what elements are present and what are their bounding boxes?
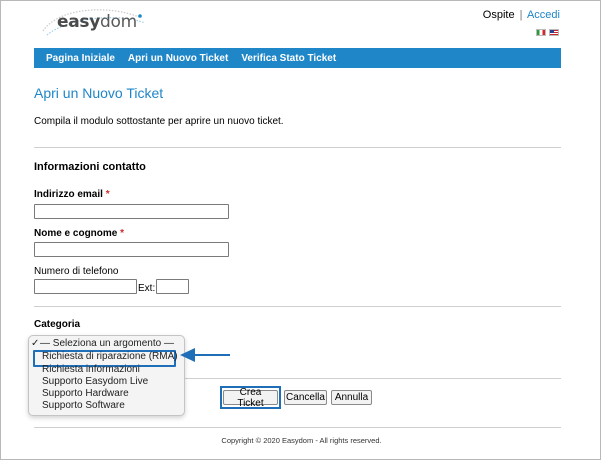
dropdown-option[interactable]: Richiesta informazioni bbox=[42, 364, 140, 375]
dropdown-option[interactable]: Supporto Easydom Live bbox=[42, 376, 148, 387]
email-input[interactable] bbox=[34, 204, 229, 219]
flag-usa-icon[interactable] bbox=[549, 29, 559, 36]
required-mark: * bbox=[105, 189, 110, 200]
footer-copyright: Copyright © 2020 Easydom - All rights re… bbox=[221, 436, 382, 445]
cancel-button[interactable]: Annulla bbox=[331, 390, 372, 405]
name-label: Nome e cognome * bbox=[34, 228, 125, 239]
page-frame: easydom Ospite | Accedi Pagina Iniziale … bbox=[0, 0, 601, 460]
dropdown-option[interactable]: Supporto Hardware bbox=[42, 388, 129, 399]
dropdown-option[interactable]: Supporto Software bbox=[42, 400, 125, 411]
divider bbox=[34, 306, 561, 307]
dropdown-option[interactable]: ✓— Seleziona un argomento — bbox=[31, 338, 174, 349]
intro-text: Compila il modulo sottostante per aprire… bbox=[34, 116, 284, 127]
flag-italy-icon[interactable] bbox=[536, 29, 546, 36]
create-ticket-button[interactable]: Crea Ticket bbox=[223, 387, 278, 409]
category-dropdown[interactable]: ✓— Seleziona un argomento — Richiesta di… bbox=[28, 335, 185, 416]
contact-section-title: Informazioni contatto bbox=[34, 161, 146, 173]
required-mark: * bbox=[120, 228, 125, 239]
easydom-logo[interactable]: easydom bbox=[39, 9, 151, 41]
divider bbox=[34, 147, 561, 148]
language-selector bbox=[536, 29, 559, 36]
logo-wordmark: easydom bbox=[57, 12, 137, 32]
user-menu: Ospite | Accedi bbox=[483, 9, 560, 21]
nav-home[interactable]: Pagina Iniziale bbox=[46, 53, 115, 64]
category-title: Categoria bbox=[34, 319, 81, 330]
page-title: Apri un Nuovo Ticket bbox=[34, 85, 164, 101]
reset-button[interactable]: Cancella bbox=[284, 390, 327, 405]
ext-label: Ext: bbox=[138, 283, 156, 294]
login-link[interactable]: Accedi bbox=[527, 9, 560, 21]
phone-input[interactable] bbox=[34, 279, 137, 294]
nav-new-ticket[interactable]: Apri un Nuovo Ticket bbox=[128, 53, 228, 64]
guest-label: Ospite bbox=[482, 9, 515, 21]
annotation-arrow-icon bbox=[180, 348, 230, 362]
name-input[interactable] bbox=[34, 242, 229, 257]
separator: | bbox=[519, 9, 523, 21]
phone-label: Numero di telefono bbox=[34, 266, 119, 277]
main-navbar: Pagina Iniziale Apri un Nuovo Ticket Ver… bbox=[34, 48, 561, 68]
nav-ticket-status[interactable]: Verifica Stato Ticket bbox=[241, 53, 336, 64]
ext-input[interactable] bbox=[156, 279, 189, 294]
checkmark-icon: ✓ bbox=[31, 338, 40, 349]
footer-divider bbox=[34, 427, 561, 428]
dropdown-option-rma[interactable]: Richiesta di riparazione (RMA) bbox=[42, 351, 178, 362]
email-label: Indirizzo email * bbox=[34, 189, 110, 200]
